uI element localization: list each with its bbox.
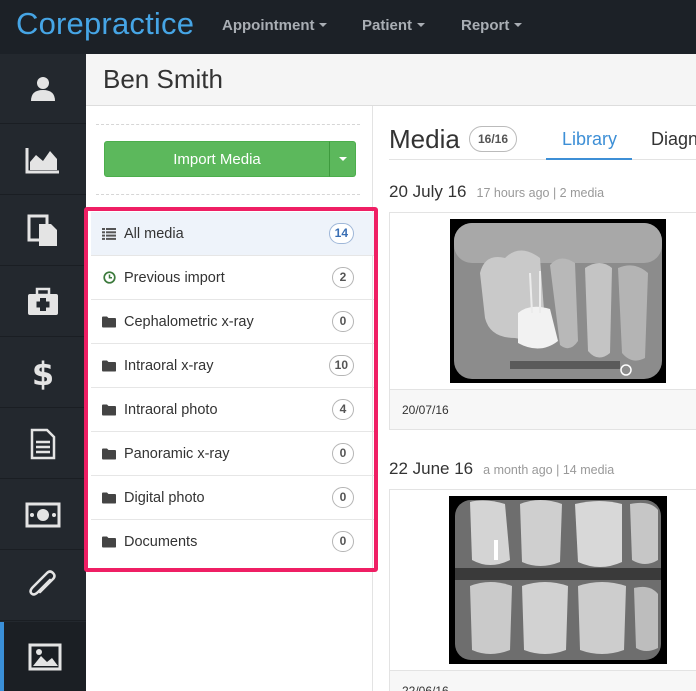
tab-library[interactable]: Library xyxy=(562,129,617,150)
xray-thumbnail[interactable] xyxy=(390,490,696,666)
sidebar-item-medical[interactable] xyxy=(0,267,86,337)
category-count-badge: 2 xyxy=(332,267,354,288)
category-count-badge: 0 xyxy=(332,487,354,508)
active-tab-indicator xyxy=(546,158,632,160)
category-previous-import[interactable]: Previous import 2 xyxy=(91,256,374,300)
divider xyxy=(96,194,360,195)
folder-icon xyxy=(102,403,116,417)
list-icon xyxy=(102,227,116,241)
brand-logo[interactable]: Corepractice xyxy=(16,6,194,42)
media-group-date: 20 July 16 17 hours ago | 2 media xyxy=(389,182,605,201)
nav-patient[interactable]: Patient xyxy=(362,17,426,34)
media-count-badge: 16/16 xyxy=(469,126,518,152)
category-label: Intraoral x-ray xyxy=(124,357,214,374)
documents-icon xyxy=(27,214,57,246)
clock-icon xyxy=(102,271,116,285)
paperclip-icon xyxy=(29,569,56,596)
category-label: Cephalometric x-ray xyxy=(124,313,254,330)
category-label: Panoramic x-ray xyxy=(124,445,230,462)
import-media-button[interactable]: Import Media xyxy=(104,141,330,177)
folder-icon xyxy=(102,359,116,373)
media-card-caption: 22/06/16 xyxy=(390,670,696,691)
divider xyxy=(96,124,360,125)
patient-header: Ben Smith xyxy=(86,54,696,106)
user-icon xyxy=(31,76,55,101)
sidebar-item-payments[interactable] xyxy=(0,480,86,550)
top-navbar: Corepractice Appointment Patient Report xyxy=(0,0,696,54)
patient-name: Ben Smith xyxy=(103,64,223,94)
import-media-dropdown-toggle[interactable] xyxy=(329,141,356,177)
category-label: Previous import xyxy=(124,269,225,286)
sidebar-item-media[interactable] xyxy=(0,622,86,691)
category-cephalometric-xray[interactable]: Cephalometric x-ray 0 xyxy=(91,300,374,344)
tab-diagnosis[interactable]: Diagn xyxy=(651,129,696,150)
nav-report[interactable]: Report xyxy=(461,17,523,34)
file-text-icon xyxy=(30,428,56,459)
sidebar-item-notes[interactable] xyxy=(0,409,86,479)
media-group-meta: 17 hours ago | 2 media xyxy=(476,186,605,200)
media-card-caption: 20/07/16 xyxy=(390,389,696,429)
category-label: All media xyxy=(124,225,184,242)
folder-icon xyxy=(102,535,116,549)
caret-down-icon xyxy=(338,157,347,161)
media-category-panel: Import Media All media 14 Previous impor… xyxy=(86,106,374,691)
sidebar-item-attachments[interactable] xyxy=(0,551,86,621)
category-label: Documents xyxy=(124,534,198,550)
category-count-badge: 0 xyxy=(332,531,354,552)
medical-kit-icon xyxy=(28,287,58,315)
media-card[interactable]: 20/07/16 xyxy=(389,212,696,430)
category-intraoral-photo[interactable]: Intraoral photo 4 xyxy=(91,388,374,432)
category-label: Digital photo xyxy=(124,489,205,506)
media-group-date: 22 June 16 a month ago | 14 media xyxy=(389,459,615,478)
sidebar-item-patient[interactable] xyxy=(0,54,86,124)
category-label: Intraoral photo xyxy=(124,401,218,418)
nav-appointment[interactable]: Appointment xyxy=(222,17,328,34)
media-title: Media xyxy=(389,124,460,154)
category-intraoral-xray[interactable]: Intraoral x-ray 10 xyxy=(91,344,374,388)
tab-divider xyxy=(389,159,696,160)
media-card[interactable]: 22/06/16 xyxy=(389,489,696,691)
media-category-list: All media 14 Previous import 2 Cephalome… xyxy=(91,212,374,564)
category-documents[interactable]: Documents 0 xyxy=(91,520,374,564)
media-library: Media 16/16 Library Diagn 20 July 16 17 h… xyxy=(374,106,696,691)
caret-down-icon xyxy=(417,23,426,27)
caret-down-icon xyxy=(514,23,523,27)
folder-icon xyxy=(102,447,116,461)
caret-down-icon xyxy=(319,23,328,27)
sidebar: $ xyxy=(0,54,86,691)
category-count-badge: 14 xyxy=(328,223,354,244)
svg-text:$: $ xyxy=(32,355,54,391)
category-panoramic-xray[interactable]: Panoramic x-ray 0 xyxy=(91,432,374,476)
media-group-meta: a month ago | 14 media xyxy=(483,463,615,477)
sidebar-item-charts[interactable] xyxy=(0,125,86,195)
folder-icon xyxy=(102,315,116,329)
category-all-media[interactable]: All media 14 xyxy=(91,212,374,256)
category-count-badge: 0 xyxy=(332,311,354,332)
category-count-badge: 10 xyxy=(328,355,354,376)
xray-thumbnail[interactable] xyxy=(390,213,696,389)
money-icon xyxy=(25,502,61,527)
sidebar-item-documents[interactable] xyxy=(0,196,86,266)
dollar-icon: $ xyxy=(32,355,54,391)
image-icon xyxy=(28,643,62,670)
category-digital-photo[interactable]: Digital photo 0 xyxy=(91,476,374,520)
sidebar-item-billing[interactable]: $ xyxy=(0,338,86,408)
category-count-badge: 4 xyxy=(332,399,354,420)
category-count-badge: 0 xyxy=(332,443,354,464)
chart-icon xyxy=(25,147,59,173)
folder-icon xyxy=(102,491,116,505)
